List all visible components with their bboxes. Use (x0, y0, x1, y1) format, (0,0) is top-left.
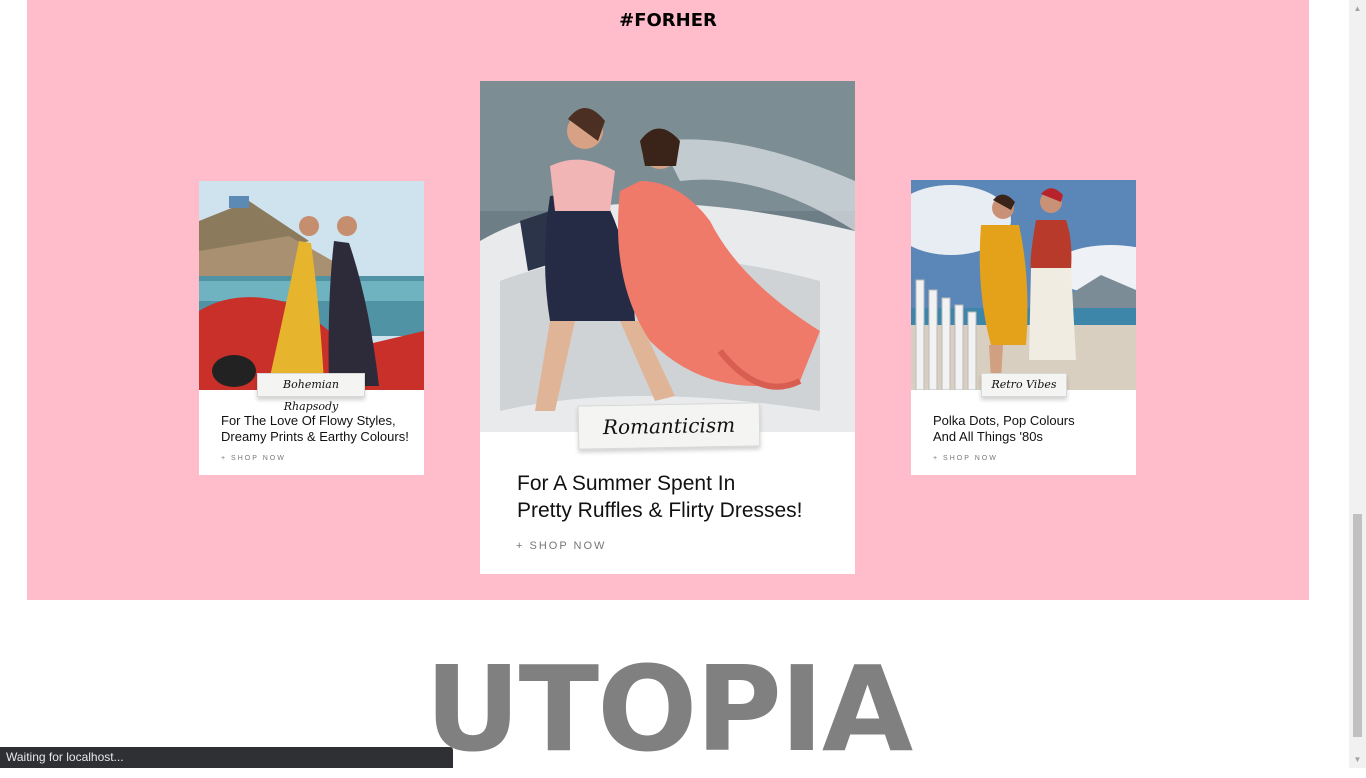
collection-photo[interactable] (480, 81, 855, 432)
collection-photo[interactable] (911, 180, 1136, 390)
section-title: #FORHER (619, 10, 717, 31)
collection-photo[interactable] (199, 181, 424, 390)
scroll-up-arrow-icon[interactable]: ▲ (1349, 0, 1366, 17)
collection-tag: Retro Vibes (981, 373, 1067, 397)
collection-card-bohemian[interactable]: Bohemian Rhapsody For The Love Of Flowy … (199, 181, 424, 475)
collection-description-line: Polka Dots, Pop Colours (933, 413, 1075, 428)
shop-now-link[interactable]: + SHOP NOW (221, 455, 286, 462)
collection-tag: Romanticism (577, 402, 761, 450)
shop-now-link[interactable]: + SHOP NOW (516, 540, 606, 552)
collection-description: Polka Dots, Pop Colours And All Things '… (933, 413, 1133, 444)
collection-card-romanticism[interactable]: Romanticism For A Summer Spent In Pretty… (480, 81, 855, 574)
collection-description-line: Pretty Ruffles & Flirty Dresses! (517, 499, 803, 523)
collection-description-line: Dreamy Prints & Earthy Colours! (221, 428, 409, 444)
collection-description-line: For The Love Of Flowy Styles, (221, 413, 396, 428)
collection-description-line: And All Things '80s (933, 428, 1043, 444)
collection-description: For A Summer Spent In Pretty Ruffles & F… (517, 470, 847, 525)
scroll-down-arrow-icon[interactable]: ▼ (1349, 751, 1366, 768)
scrollbar-thumb[interactable] (1353, 514, 1362, 737)
collection-description-line: For A Summer Spent In (517, 472, 736, 495)
collection-tag: Bohemian Rhapsody (257, 373, 365, 413)
shop-now-link[interactable]: + SHOP NOW (933, 455, 998, 462)
collection-card-retro[interactable]: Retro Vibes Polka Dots, Pop Colours And … (911, 180, 1136, 475)
vertical-scrollbar[interactable]: ▲ ▼ (1349, 0, 1366, 768)
browser-status-bar: Waiting for localhost... (0, 747, 453, 768)
collection-description: For The Love Of Flowy Styles, Dreamy Pri… (221, 413, 421, 444)
